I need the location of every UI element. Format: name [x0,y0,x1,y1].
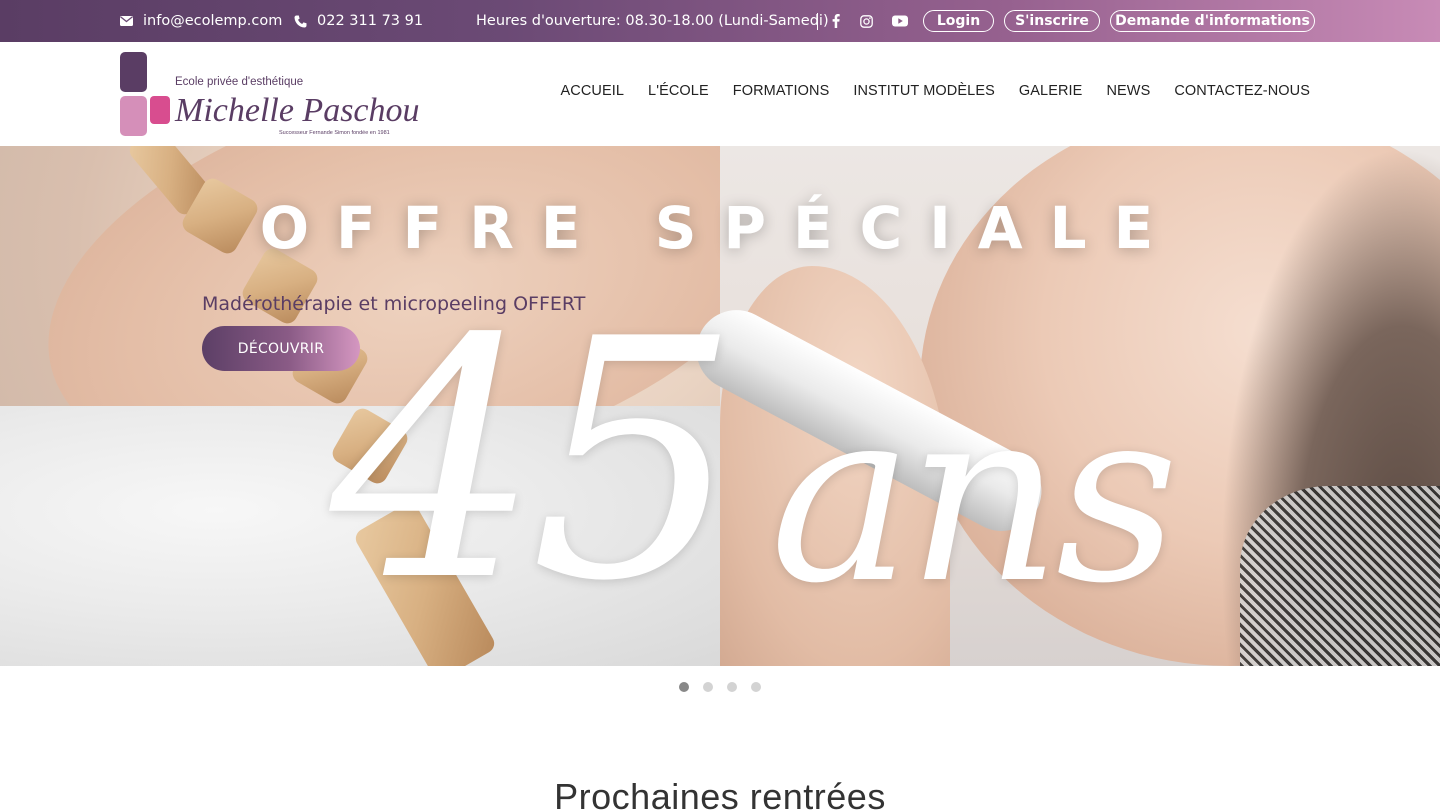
main-nav: ACCUEIL L'ÉCOLE FORMATIONS INSTITUT MODÈ… [536,42,1310,139]
signup-button[interactable]: S'inscrire [1004,10,1100,32]
youtube-icon[interactable] [889,0,911,42]
site-header: Ecole privée d'esthétique Michelle Pasch… [0,42,1440,146]
contact-phone-text: 022 311 73 91 [317,13,424,29]
contact-email[interactable]: info@ecolemp.com [120,0,282,42]
slider-dot-2[interactable] [703,682,713,692]
facebook-icon[interactable] [825,0,847,42]
nav-accueil[interactable]: ACCUEIL [560,83,624,99]
section-title: Prochaines rentrées [554,776,886,810]
slider-dot-1[interactable] [679,682,689,692]
instagram-icon[interactable] [855,0,877,42]
topbar-divider [817,13,818,30]
nav-contact[interactable]: CONTACTEZ-NOUS [1174,83,1310,99]
nav-news[interactable]: NEWS [1106,83,1150,99]
hero-anniversary-number: 45 [330,269,740,653]
discover-button[interactable]: DÉCOUVRIR [202,326,360,371]
hero-slider: OFFRE SPÉCIALE 45 ans Madérothérapie et … [0,146,1440,666]
school-logo[interactable]: Ecole privée d'esthétique Michelle Pasch… [120,52,438,137]
info-request-button[interactable]: Demande d'informations [1110,10,1315,32]
nav-galerie[interactable]: GALERIE [1019,83,1083,99]
slider-dot-3[interactable] [727,682,737,692]
nav-ecole[interactable]: L'ÉCOLE [648,83,709,99]
top-bar: info@ecolemp.com 022 311 73 91 Heures d'… [0,0,1440,42]
hero-anniversary-suffix: ans [770,356,1179,636]
contact-phone[interactable]: 022 311 73 91 [294,0,423,42]
envelope-icon [120,16,133,26]
slider-pagination [679,682,775,692]
logo-subline: Successeur Fernande Simon fondée en 1981 [279,130,390,136]
contact-email-text: info@ecolemp.com [143,13,283,29]
hero-headline: OFFRE SPÉCIALE [259,194,1181,262]
nav-formations[interactable]: FORMATIONS [733,83,830,99]
logo-tagline: Ecole privée d'esthétique [175,76,303,88]
phone-icon [294,15,307,28]
slider-dot-4[interactable] [751,682,761,692]
hero-caption: Madérothérapie et micropeeling OFFERT [202,293,586,315]
nav-institut-modeles[interactable]: INSTITUT MODÈLES [853,83,995,99]
logo-name: Michelle Paschoud [174,92,420,129]
opening-hours: Heures d'ouverture: 08.30-18.00 (Lundi-S… [476,13,829,29]
login-button[interactable]: Login [923,10,994,32]
